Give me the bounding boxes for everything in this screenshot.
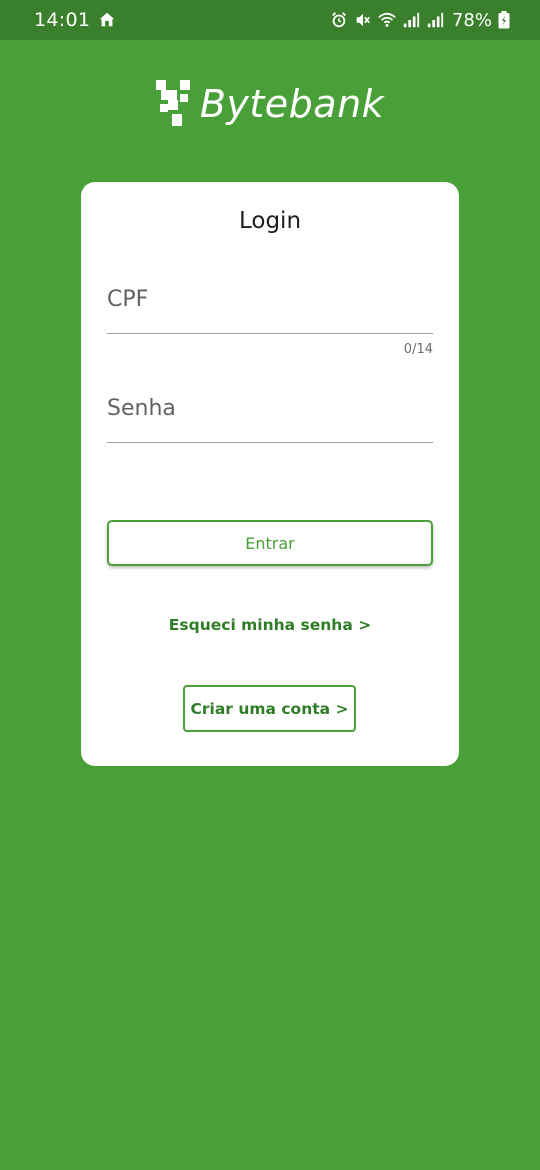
password-input[interactable]: [107, 387, 433, 443]
home-icon: [100, 12, 115, 27]
login-button[interactable]: Entrar: [107, 520, 433, 566]
cpf-input[interactable]: [107, 278, 433, 334]
status-time: 14:01: [34, 9, 91, 31]
bytebank-logo-icon: [155, 80, 190, 126]
login-card: Login 0/14 Entrar Esqueci minha senha > …: [81, 182, 459, 766]
signal-icon: [427, 12, 444, 28]
status-left: 14:01: [34, 0, 116, 40]
status-bar: 14:01 78%: [0, 0, 540, 40]
battery-icon: [498, 11, 510, 29]
alarm-icon: [332, 12, 346, 28]
signal-icon: [403, 12, 420, 28]
password-field: [107, 387, 433, 443]
mute-icon: [356, 13, 370, 27]
wifi-icon: [378, 12, 396, 27]
brand-logo: Bytebank: [0, 80, 540, 128]
forgot-password-link[interactable]: Esqueci minha senha >: [81, 616, 459, 634]
login-title: Login: [238, 208, 302, 234]
create-account-button[interactable]: Criar uma conta >: [183, 685, 356, 732]
cpf-field: 0/14: [107, 278, 433, 357]
cpf-character-counter: 0/14: [403, 342, 433, 357]
brand-name: Bytebank: [199, 82, 385, 126]
battery-percent: 78%: [451, 9, 492, 31]
status-right: 78%: [330, 0, 510, 40]
